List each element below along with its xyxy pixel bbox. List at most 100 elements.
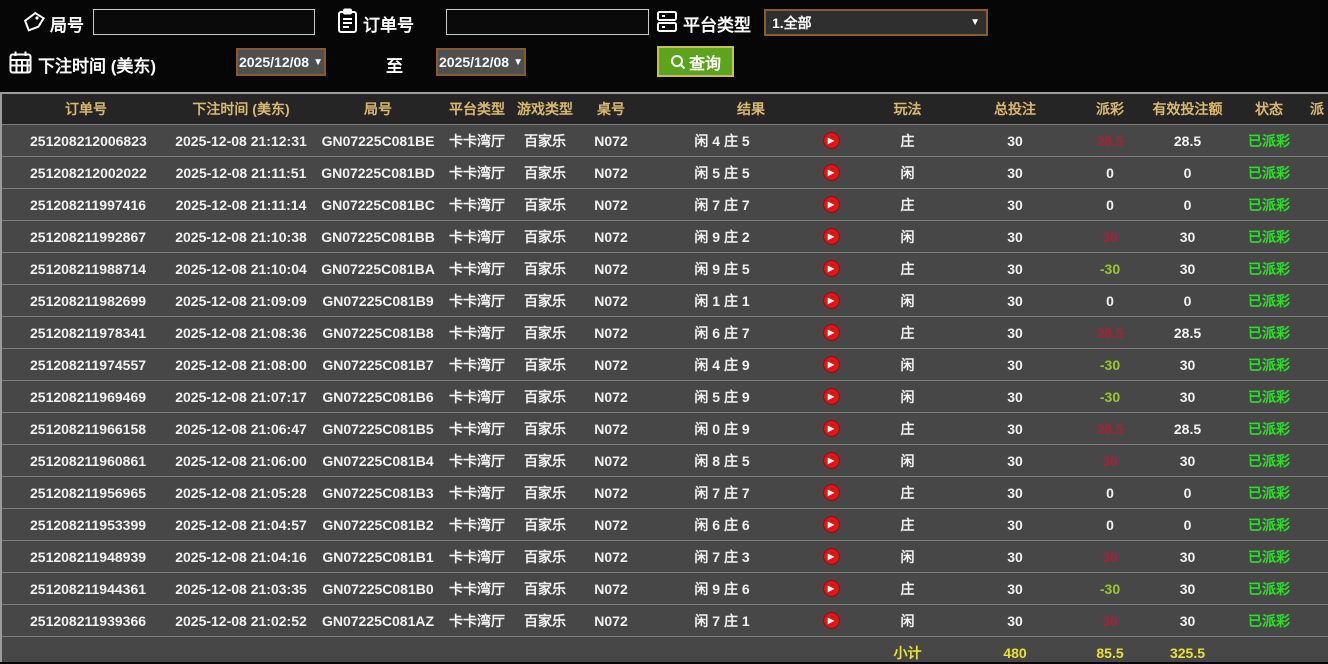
result-cell: 闲 7 庄 7 xyxy=(642,476,802,509)
replay-play-icon[interactable]: ▶ xyxy=(822,420,840,438)
order-no-cell: 251208211988714 xyxy=(2,252,170,285)
table-row: 251208211939366 2025-12-08 21:02:52 GN0722… xyxy=(2,604,1328,637)
replay-play-icon[interactable]: ▶ xyxy=(822,196,840,214)
replay-play-icon[interactable]: ▶ xyxy=(822,580,840,598)
payout-cell: 28.5 xyxy=(1075,124,1145,157)
table-row: 251208211978341 2025-12-08 21:08:36 GN0722… xyxy=(2,316,1328,349)
platform-cell: 卡卡湾厅 xyxy=(444,572,510,605)
valid-bet-cell: 28.5 xyxy=(1145,412,1230,445)
order-no-cell: 251208211953399 xyxy=(2,508,170,541)
server-list-icon xyxy=(655,9,679,35)
play-type-cell: 闲 xyxy=(860,348,955,381)
status-cell: 已派彩 xyxy=(1230,604,1308,637)
round-no-input[interactable] xyxy=(93,9,315,35)
total-bet-cell: 30 xyxy=(955,188,1075,221)
bet-time-cell: 2025-12-08 21:07:17 xyxy=(170,380,312,413)
status-cell: 已派彩 xyxy=(1230,252,1308,285)
date-to-select[interactable]: 2025/12/08 ▼ xyxy=(436,48,526,76)
game-type-cell: 百家乐 xyxy=(510,252,580,285)
table-row: 251208211988714 2025-12-08 21:10:04 GN0722… xyxy=(2,252,1328,285)
game-type-cell: 百家乐 xyxy=(510,188,580,221)
chevron-down-icon: ▼ xyxy=(313,56,323,68)
platform-type-label: 平台类型 xyxy=(683,16,751,35)
result-cell: 闲 4 庄 9 xyxy=(642,348,802,381)
result-cell: 闲 0 庄 9 xyxy=(642,412,802,445)
platform-type-select[interactable]: 1.全部 ▼ xyxy=(764,9,988,36)
bet-time-cell: 2025-12-08 21:02:52 xyxy=(170,604,312,637)
bet-time-cell: 2025-12-08 21:12:31 xyxy=(170,124,312,157)
order-no-cell: 251208211944361 xyxy=(2,572,170,605)
bet-time-cell: 2025-12-08 21:04:16 xyxy=(170,540,312,573)
round-no-cell: GN07225C081B8 xyxy=(312,316,444,349)
result-cell: 闲 4 庄 5 xyxy=(642,124,802,157)
play-type-cell: 庄 xyxy=(860,476,955,509)
replay-play-icon[interactable]: ▶ xyxy=(822,260,840,278)
status-cell: 已派彩 xyxy=(1230,124,1308,157)
query-button[interactable]: 查询 xyxy=(657,46,734,77)
query-button-label: 查询 xyxy=(688,55,721,73)
table-no-cell: N072 xyxy=(580,220,642,253)
replay-cell: ▶ xyxy=(802,188,860,221)
game-type-cell: 百家乐 xyxy=(510,380,580,413)
table-no-cell: N072 xyxy=(580,508,642,541)
replay-cell: ▶ xyxy=(802,124,860,157)
table-no-cell: N072 xyxy=(580,316,642,349)
round-no-cell: GN07225C081BC xyxy=(312,188,444,221)
round-no-cell: GN07225C081BD xyxy=(312,156,444,189)
chevron-down-icon: ▼ xyxy=(513,56,523,68)
status-cell: 已派彩 xyxy=(1230,508,1308,541)
date-from-select[interactable]: 2025/12/08 ▼ xyxy=(236,48,326,76)
replay-play-icon[interactable]: ▶ xyxy=(822,612,840,630)
bet-time-cell: 2025-12-08 21:10:38 xyxy=(170,220,312,253)
game-type-cell: 百家乐 xyxy=(510,444,580,477)
bet-time-cell: 2025-12-08 21:04:57 xyxy=(170,508,312,541)
table-no-cell: N072 xyxy=(580,188,642,221)
replay-play-icon[interactable]: ▶ xyxy=(822,324,840,342)
payout-cell: 30 xyxy=(1075,604,1145,637)
replay-play-icon[interactable]: ▶ xyxy=(822,132,840,150)
order-no-cell: 251208211997416 xyxy=(2,188,170,221)
table-no-cell: N072 xyxy=(580,412,642,445)
payout-cell: 0 xyxy=(1075,156,1145,189)
game-type-cell: 百家乐 xyxy=(510,572,580,605)
table-no-cell: N072 xyxy=(580,156,642,189)
replay-play-icon[interactable]: ▶ xyxy=(822,516,840,534)
extra-cell xyxy=(1308,124,1328,157)
table-row: 251208211966158 2025-12-08 21:06:47 GN0722… xyxy=(2,412,1328,445)
replay-play-icon[interactable]: ▶ xyxy=(822,228,840,246)
table-no-cell: N072 xyxy=(580,252,642,285)
platform-cell: 卡卡湾厅 xyxy=(444,316,510,349)
game-type-cell: 百家乐 xyxy=(510,316,580,349)
column-header: 总投注 xyxy=(955,94,1075,125)
payout-cell: -30 xyxy=(1075,252,1145,285)
replay-cell: ▶ xyxy=(802,284,860,317)
replay-play-icon[interactable]: ▶ xyxy=(822,452,840,470)
game-type-cell: 百家乐 xyxy=(510,348,580,381)
replay-play-icon[interactable]: ▶ xyxy=(822,548,840,566)
total-bet-cell: 30 xyxy=(955,348,1075,381)
bet-time-label: 下注时间 (美东) xyxy=(38,57,157,76)
replay-play-icon[interactable]: ▶ xyxy=(822,356,840,374)
extra-cell xyxy=(1308,476,1328,509)
platform-cell: 卡卡湾厅 xyxy=(444,124,510,157)
column-header: 玩法 xyxy=(860,94,955,125)
replay-play-icon[interactable]: ▶ xyxy=(822,484,840,502)
platform-cell: 卡卡湾厅 xyxy=(444,188,510,221)
replay-play-icon[interactable]: ▶ xyxy=(822,292,840,310)
platform-cell: 卡卡湾厅 xyxy=(444,284,510,317)
extra-cell xyxy=(1308,252,1328,285)
status-cell: 已派彩 xyxy=(1230,444,1308,477)
round-no-label: 局号 xyxy=(50,16,84,35)
replay-play-icon[interactable]: ▶ xyxy=(822,388,840,406)
bet-time-cell: 2025-12-08 21:09:09 xyxy=(170,284,312,317)
replay-cell: ▶ xyxy=(802,156,860,189)
replay-play-icon[interactable]: ▶ xyxy=(822,164,840,182)
extra-cell xyxy=(1308,316,1328,349)
order-no-input[interactable] xyxy=(446,9,649,35)
extra-cell xyxy=(1308,284,1328,317)
result-cell: 闲 9 庄 6 xyxy=(642,572,802,605)
table-no-cell: N072 xyxy=(580,380,642,413)
result-cell: 闲 5 庄 5 xyxy=(642,156,802,189)
calendar-icon xyxy=(8,50,33,76)
empty-cell xyxy=(802,636,860,662)
